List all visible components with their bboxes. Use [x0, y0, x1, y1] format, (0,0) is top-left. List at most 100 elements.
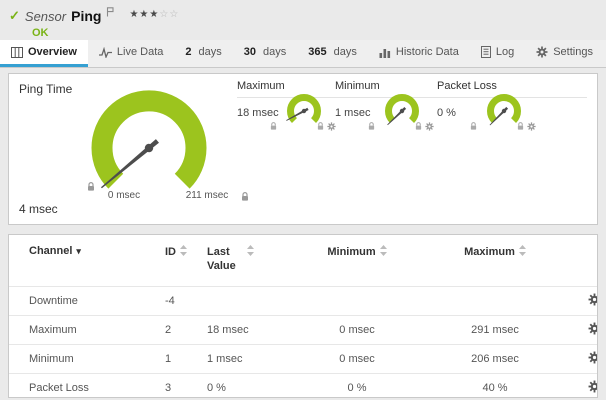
- table-row[interactable]: Downtime -4: [9, 286, 598, 315]
- mini-gauge-title: Minimum: [335, 80, 435, 92]
- status-ok-icon: ✓: [9, 8, 20, 24]
- lock-icon[interactable]: [368, 122, 375, 131]
- cell-channel: Minimum: [9, 344, 159, 373]
- cell-last-value: 1 msec: [201, 344, 293, 373]
- cell-id: 3: [159, 373, 201, 398]
- header-minimum[interactable]: Minimum: [293, 235, 421, 286]
- header-label: Channel: [29, 245, 72, 257]
- cell-last-value: 18 msec: [201, 315, 293, 344]
- gauge-min-label: 0 msec: [101, 190, 147, 201]
- gear-icon[interactable]: [527, 122, 536, 131]
- lock-icon[interactable]: [470, 122, 477, 131]
- tab-number: 365: [308, 46, 326, 58]
- sort-icon[interactable]: [519, 245, 526, 256]
- table-row[interactable]: Packet Loss 3 0 % 0 % 40 %: [9, 373, 598, 398]
- header-channel[interactable]: Channel ▾: [9, 235, 159, 286]
- tab-label: days: [263, 46, 286, 58]
- tab-label: Settings: [553, 46, 593, 58]
- header-label: Maximum: [464, 246, 515, 258]
- lock-icon[interactable]: [270, 122, 277, 131]
- channel-settings-gear-icon[interactable]: [588, 293, 598, 306]
- header-actions: [569, 235, 598, 286]
- cell-maximum: 206 msec: [421, 344, 569, 373]
- mini-gauge-packet-loss: Packet Loss 0 %: [437, 80, 537, 210]
- mini-gauges-section: Maximum 18 msec Minimum 1 msec: [237, 80, 587, 220]
- priority-stars[interactable]: ★★★☆☆: [129, 9, 179, 20]
- tab-overview[interactable]: Overview: [0, 40, 88, 67]
- cell-minimum: 0 %: [293, 373, 421, 398]
- cell-channel: Maximum: [9, 315, 159, 344]
- cell-maximum: 291 msec: [421, 315, 569, 344]
- overview-icon: [11, 47, 23, 58]
- cell-channel: Downtime: [9, 286, 159, 315]
- header-maximum[interactable]: Maximum: [421, 235, 569, 286]
- tab-label: days: [199, 46, 222, 58]
- stars-empty[interactable]: ☆☆: [159, 9, 179, 20]
- channel-settings-gear-icon[interactable]: [588, 351, 598, 364]
- log-icon: [481, 46, 491, 58]
- sort-icon[interactable]: [380, 245, 387, 256]
- mini-gauge-value: 18 msec: [237, 107, 279, 119]
- cell-id: 1: [159, 344, 201, 373]
- historic-data-icon: [379, 47, 391, 58]
- tab-settings[interactable]: Settings: [525, 40, 604, 67]
- sort-icon[interactable]: [180, 245, 187, 256]
- tab-30-days[interactable]: 30 days: [233, 40, 298, 67]
- tab-365-days[interactable]: 365 days: [297, 40, 368, 67]
- object-kind-label: Sensor: [25, 9, 66, 24]
- tab-bar: Overview Live Data 2days 30days 365days …: [0, 40, 606, 68]
- tab-historic-data[interactable]: Historic Data: [368, 40, 470, 67]
- mini-gauge-value: 1 msec: [335, 107, 370, 119]
- tab-live-data[interactable]: Live Data: [88, 40, 174, 67]
- lock-icon[interactable]: [317, 122, 324, 131]
- channel-settings-gear-icon[interactable]: [588, 380, 598, 393]
- cell-minimum: 0 msec: [293, 344, 421, 373]
- mini-gauge-minimum: Minimum 1 msec: [335, 80, 435, 210]
- gauge-min-lock-icon[interactable]: [87, 182, 95, 192]
- flag-icon[interactable]: [106, 7, 114, 17]
- status-badge: OK: [32, 27, 606, 39]
- channel-settings-gear-icon[interactable]: [588, 322, 598, 335]
- sort-icon[interactable]: [247, 245, 254, 256]
- header-id[interactable]: ID: [159, 235, 201, 286]
- tab-label: Historic Data: [396, 46, 459, 58]
- sort-caret-icon: ▾: [76, 246, 81, 256]
- tab-2-days[interactable]: 2 days: [174, 40, 232, 67]
- gear-icon[interactable]: [425, 122, 434, 131]
- table-row[interactable]: Maximum 2 18 msec 0 msec 291 msec: [9, 315, 598, 344]
- page-title: Ping: [71, 8, 101, 24]
- cell-last-value: 0 %: [201, 373, 293, 398]
- cell-maximum: [421, 286, 569, 315]
- tab-label: Live Data: [117, 46, 163, 58]
- lock-icon[interactable]: [415, 122, 422, 131]
- header-last-value[interactable]: Last Value: [201, 235, 293, 286]
- mini-gauge-maximum: Maximum 18 msec: [237, 80, 337, 210]
- gauge-arc: [102, 101, 196, 181]
- table-header-row: Channel ▾ ID Last Value Minimum Maximum: [9, 235, 598, 286]
- cell-last-value: [201, 286, 293, 315]
- tab-label: days: [334, 46, 357, 58]
- mini-gauge-title: Packet Loss: [437, 80, 537, 92]
- lock-icon[interactable]: [517, 122, 524, 131]
- header-label: Last Value: [207, 245, 243, 274]
- cell-id: -4: [159, 286, 201, 315]
- tab-label: Log: [496, 46, 514, 58]
- tab-label: Overview: [28, 46, 77, 58]
- current-value-label: 4 msec: [19, 202, 58, 216]
- cell-maximum: 40 %: [421, 373, 569, 398]
- settings-gear-icon: [536, 46, 548, 58]
- mini-gauge-title: Maximum: [237, 80, 337, 92]
- sensor-header: ✓ Sensor Ping ★★★☆☆ OK: [0, 0, 606, 40]
- stars-filled[interactable]: ★★★: [129, 9, 159, 20]
- cell-minimum: 0 msec: [293, 315, 421, 344]
- mini-gauge-value: 0 %: [437, 107, 456, 119]
- gauge-max-label: 211 msec: [177, 190, 237, 201]
- cell-id: 2: [159, 315, 201, 344]
- tab-number: 30: [244, 46, 256, 58]
- table-row[interactable]: Minimum 1 1 msec 0 msec 206 msec: [9, 344, 598, 373]
- live-data-icon: [99, 47, 112, 58]
- tab-number: 2: [185, 46, 191, 58]
- tab-log[interactable]: Log: [470, 40, 525, 67]
- channel-table-panel: Channel ▾ ID Last Value Minimum Maximum D…: [8, 234, 598, 398]
- header-label: Minimum: [327, 246, 375, 258]
